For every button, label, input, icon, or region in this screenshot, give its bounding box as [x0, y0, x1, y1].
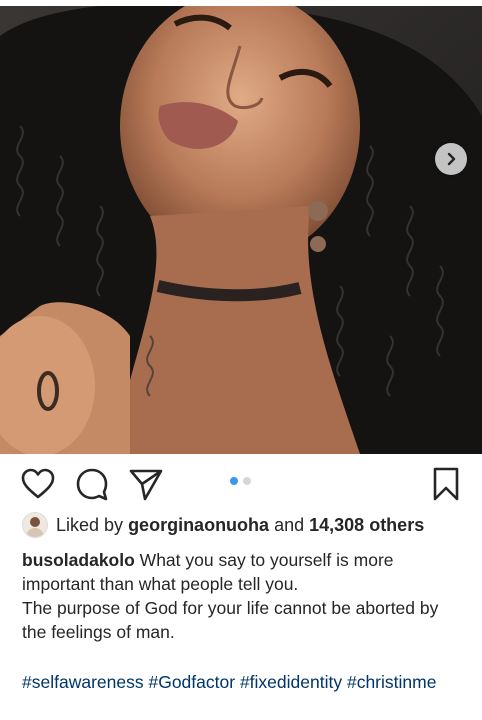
likes-joiner: and	[274, 514, 305, 535]
likes-count[interactable]: 14,308 others	[309, 515, 424, 536]
hashtag-link[interactable]: #christinme	[347, 672, 436, 692]
heart-outline-icon	[21, 468, 55, 499]
caption-username[interactable]: busoladakolo	[22, 550, 135, 570]
carousel-dot-active	[230, 477, 238, 485]
post-caption: busoladakolo What you say to yourself is…	[22, 548, 467, 644]
share-button[interactable]	[128, 466, 164, 502]
liker-username[interactable]: georginaonuoha	[128, 515, 269, 536]
carousel-indicator	[230, 477, 251, 485]
likes-summary: Liked by georginaonuoha and 14,308 other…	[22, 512, 424, 538]
like-button[interactable]	[20, 466, 56, 502]
liker-avatar[interactable]	[22, 512, 48, 538]
hashtag-link[interactable]: #Godfactor	[148, 672, 235, 692]
photo-illustration	[0, 6, 482, 454]
likes-prefix: Liked by	[56, 514, 124, 535]
carousel-next-button[interactable]	[435, 143, 467, 175]
save-button[interactable]	[428, 466, 464, 502]
hashtag-link[interactable]: #selfawareness	[22, 672, 144, 692]
caption-line-2: The purpose of God for your life cannot …	[22, 598, 439, 642]
chevron-right-icon	[447, 152, 456, 166]
comment-button[interactable]	[74, 466, 110, 502]
hashtag-list: #selfawareness #Godfactor #fixedidentity…	[22, 670, 467, 694]
post-action-bar	[0, 462, 482, 508]
comment-bubble-icon	[76, 468, 108, 501]
hashtag-link[interactable]: #fixedidentity	[240, 672, 342, 692]
carousel-dot	[243, 477, 251, 485]
user-avatar-image	[23, 513, 47, 537]
post-photo[interactable]	[0, 6, 482, 454]
paper-plane-icon	[129, 469, 163, 501]
bookmark-icon	[433, 467, 459, 501]
